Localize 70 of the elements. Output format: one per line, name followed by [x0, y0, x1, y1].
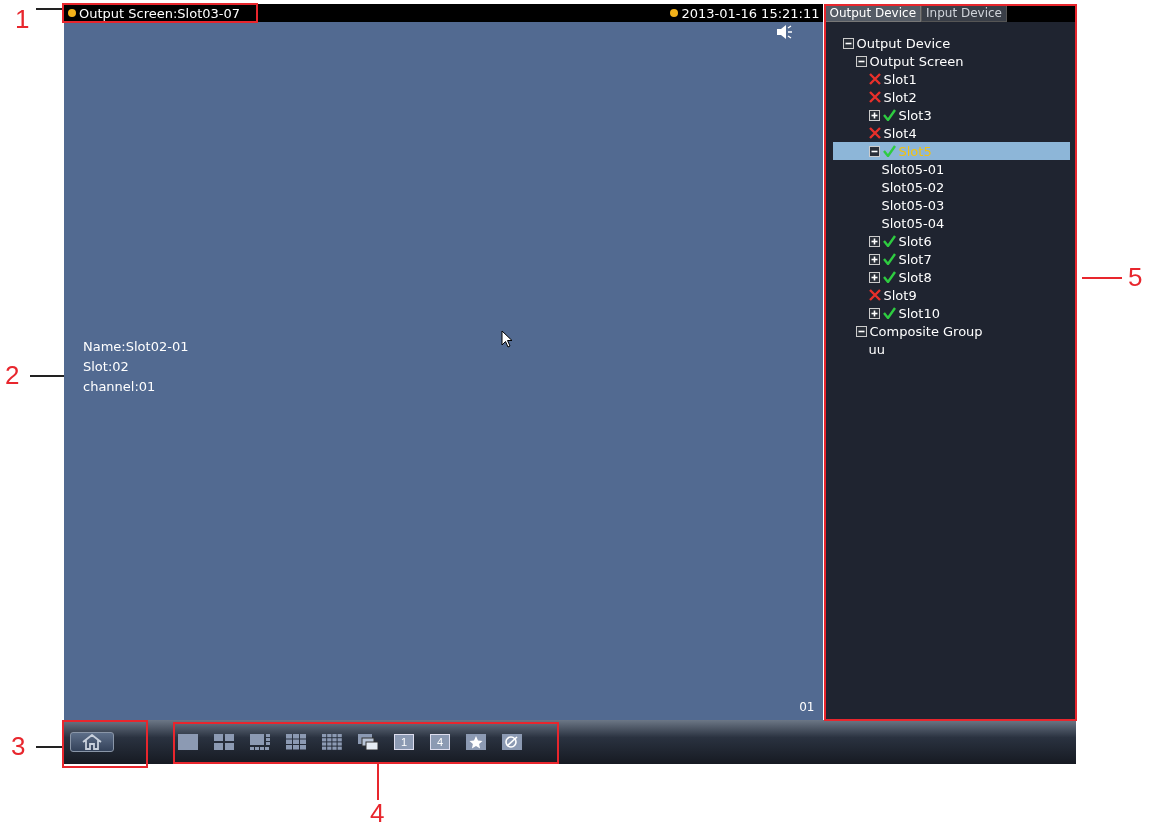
tree-label: Output Device — [856, 35, 951, 51]
expand-icon[interactable] — [868, 307, 880, 319]
tree-item[interactable]: Slot05-02 — [832, 178, 1070, 196]
tree-label: Slot1 — [883, 71, 917, 87]
tree-label: uu — [868, 341, 885, 357]
leader-line — [377, 764, 379, 800]
datetime: 2013-01-16 15:21:11 — [681, 5, 820, 21]
expand-icon[interactable] — [868, 235, 880, 247]
expand-icon[interactable] — [868, 253, 880, 265]
tree-label: Slot5 — [898, 143, 932, 159]
tree-label: Slot05-01 — [881, 161, 945, 177]
pointer-icon — [501, 330, 513, 348]
leader-line — [36, 8, 62, 10]
layout-icon[interactable] — [250, 734, 270, 750]
tree-label: Slot05-03 — [881, 197, 945, 213]
tree-item[interactable]: Composite Group — [832, 322, 1070, 340]
tree-item[interactable]: Slot05-01 — [832, 160, 1070, 178]
callout-number: 5 — [1128, 264, 1143, 290]
callout-number: 1 — [15, 6, 30, 32]
tree-label: Slot05-02 — [881, 179, 945, 195]
tree-label: Slot10 — [898, 305, 940, 321]
screen-label: Output Screen:Slot03-07 — [79, 5, 241, 21]
leader-line — [30, 375, 64, 377]
home-button[interactable] — [70, 732, 114, 752]
channel-info: Name:Slot02-01 — [83, 339, 189, 354]
tree-item[interactable]: Slot4 — [832, 124, 1070, 142]
tree-label: Slot05-04 — [881, 215, 945, 231]
collapse-icon[interactable] — [855, 325, 867, 337]
leader-line — [36, 746, 62, 748]
tree-item[interactable]: Slot05-04 — [832, 214, 1070, 232]
leader-line — [1082, 277, 1122, 279]
tree-label: Composite Group — [869, 323, 983, 339]
collapse-icon[interactable] — [842, 37, 854, 49]
tree-label: Slot3 — [898, 107, 932, 123]
tree-label: Slot8 — [898, 269, 932, 285]
tree-item[interactable]: Slot9 — [832, 286, 1070, 304]
speaker-icon[interactable] — [776, 25, 793, 39]
tree-item[interactable]: Slot8 — [832, 268, 1070, 286]
channel-info: Slot:02 — [83, 359, 130, 374]
tree-label: Slot7 — [898, 251, 932, 267]
callout-number: 4 — [370, 800, 385, 826]
tree-item[interactable]: uu — [832, 340, 1070, 358]
layout-icon[interactable] — [214, 734, 234, 750]
tree-label: Slot4 — [883, 125, 917, 141]
layout-icon[interactable] — [286, 734, 306, 750]
channel-info: channel:01 — [83, 379, 157, 394]
tree-label: Slot2 — [883, 89, 917, 105]
tree-item[interactable]: Slot10 — [832, 304, 1070, 322]
tree-item[interactable]: Output Screen — [832, 52, 1070, 70]
expand-icon[interactable] — [868, 109, 880, 121]
collapse-icon[interactable] — [855, 55, 867, 67]
status-dot — [670, 9, 679, 17]
tree-item[interactable]: Slot7 — [832, 250, 1070, 268]
tree-item[interactable]: Slot6 — [832, 232, 1070, 250]
layout-icon[interactable] — [358, 734, 378, 750]
collapse-icon[interactable] — [868, 145, 880, 157]
tree-label: Slot9 — [883, 287, 917, 303]
tree-item[interactable]: Output Device — [832, 34, 1070, 52]
tree-label: Output Screen — [869, 53, 964, 69]
tree-label: Slot6 — [898, 233, 932, 249]
callout-number: 2 — [5, 362, 20, 388]
tree-item[interactable]: Slot05-03 — [832, 196, 1070, 214]
tree-item[interactable]: Slot1 — [832, 70, 1070, 88]
tree-item[interactable]: Slot2 — [832, 88, 1070, 106]
home-icon — [81, 734, 103, 750]
status-dot — [68, 9, 76, 17]
expand-icon[interactable] — [868, 271, 880, 283]
tree-item[interactable]: Slot3 — [832, 106, 1070, 124]
callout-number: 3 — [11, 733, 26, 759]
channel-number: 01 — [799, 700, 815, 714]
